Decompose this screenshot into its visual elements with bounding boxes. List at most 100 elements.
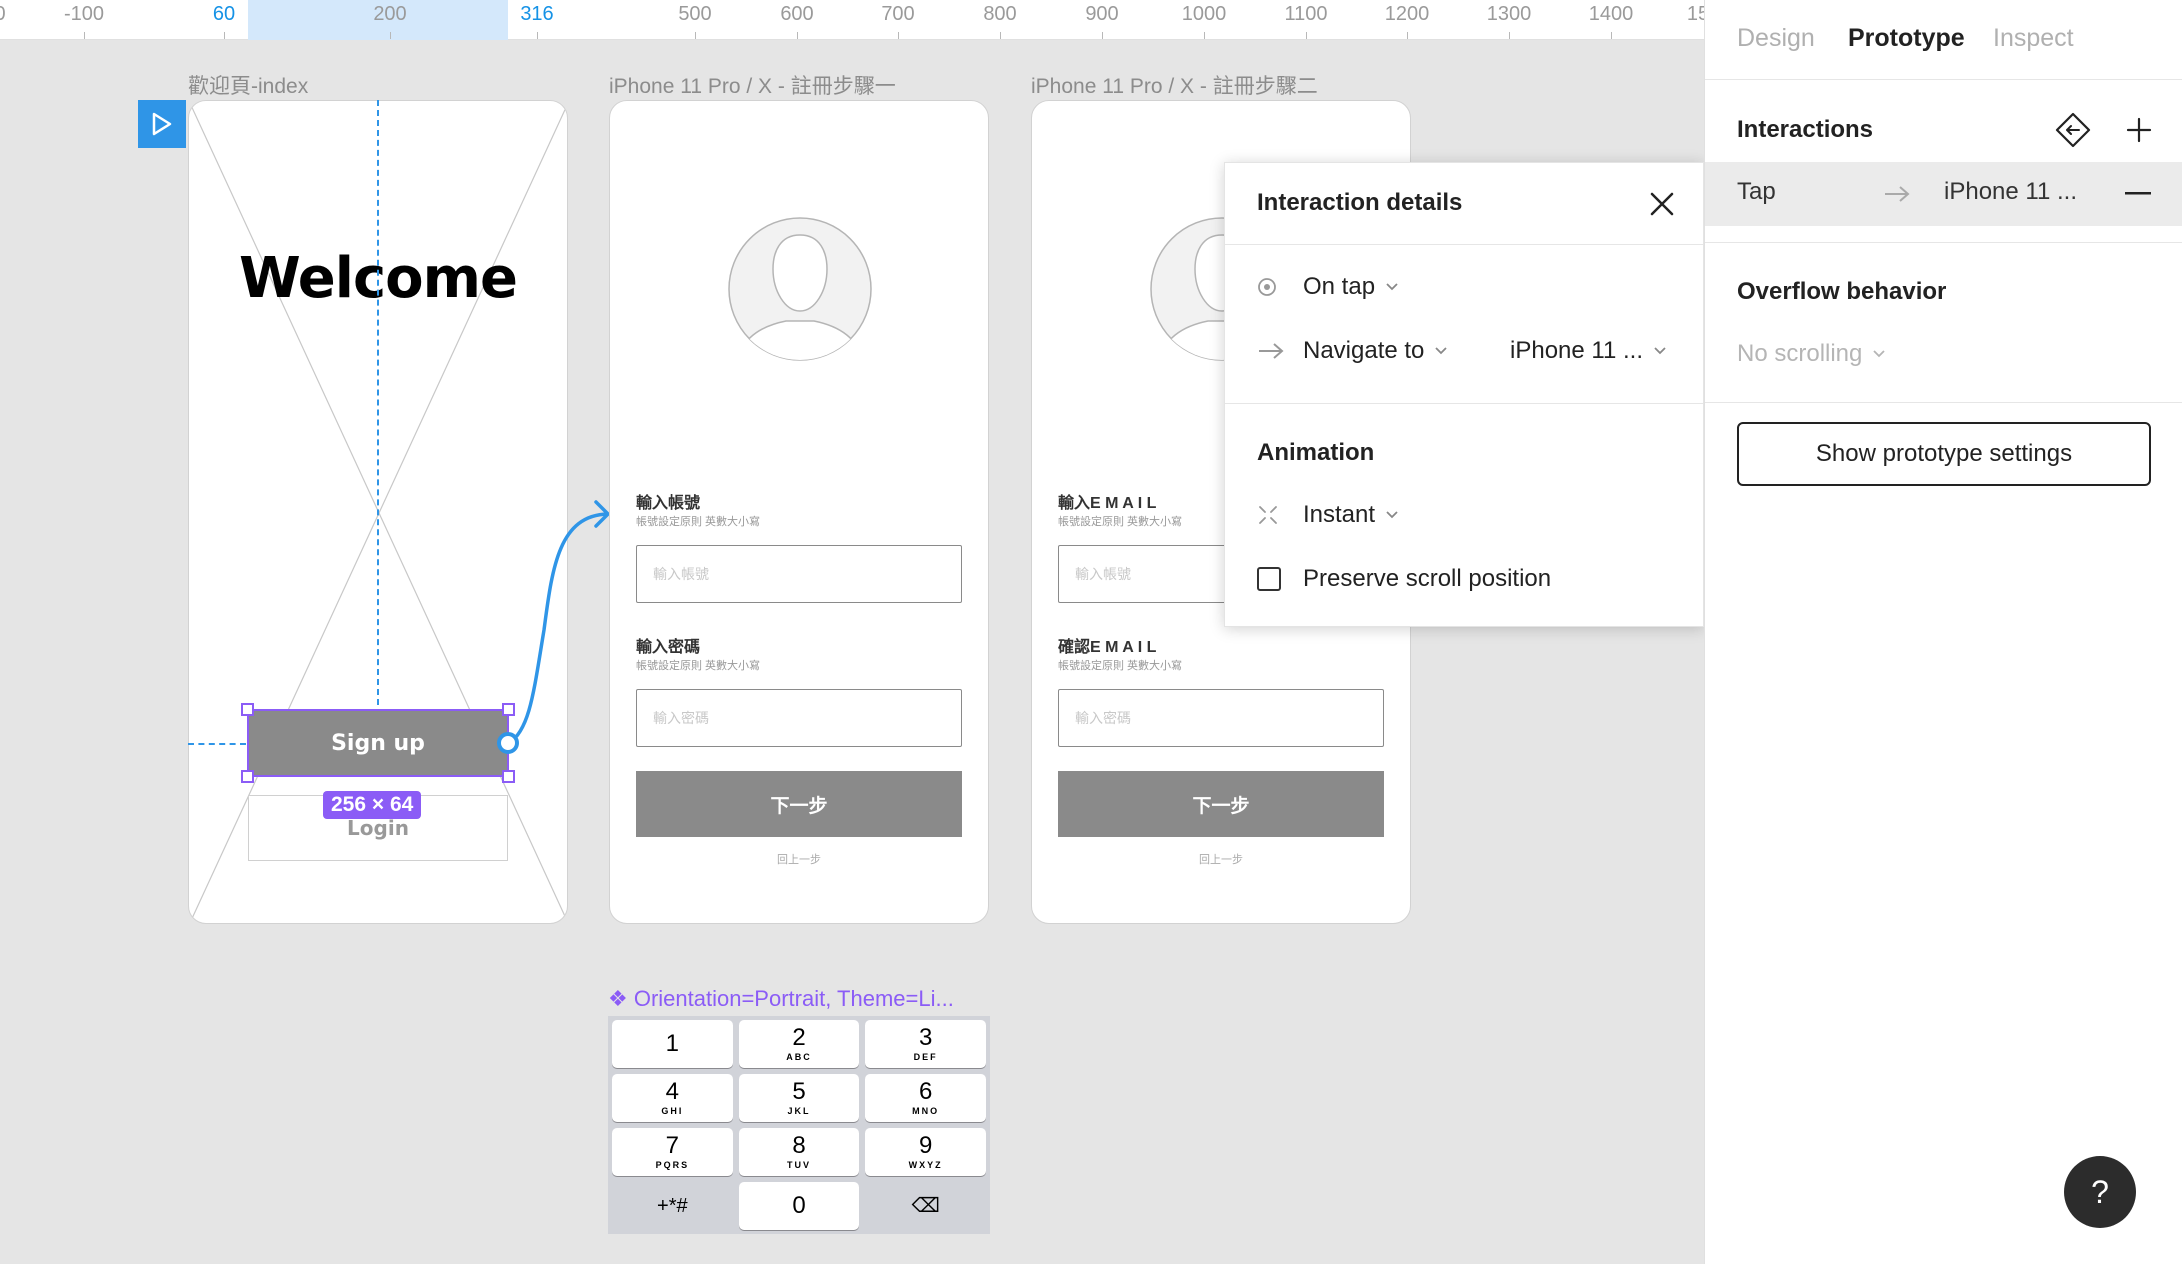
help-button[interactable]: ? [2064, 1156, 2136, 1228]
preserve-scroll-label: Preserve scroll position [1303, 565, 1552, 592]
key-0[interactable]: 0 [738, 1182, 860, 1230]
preserve-scroll-checkbox[interactable] [1257, 567, 1281, 591]
design-canvas[interactable]: 0 -100 60 200 316 500 600 700 800 900 10… [0, 0, 1704, 1264]
interaction-trigger: Tap [1737, 178, 1776, 205]
key-letters: JKL [787, 1106, 811, 1116]
animation-section-title: Animation [1257, 439, 1375, 466]
key-3[interactable]: 3 DEF [865, 1020, 986, 1068]
confirm-email-hint: 帳號設定原則 英數大小寫 [1058, 660, 1183, 672]
key-letters: DEF [913, 1052, 938, 1062]
panel-divider [1705, 242, 2182, 243]
back-link[interactable]: 回上一步 [610, 851, 988, 867]
interaction-destination: iPhone 11 ... [1944, 178, 2077, 205]
ruler-tick: 800 [983, 3, 1017, 25]
trigger-dropdown[interactable]: On tap [1257, 273, 1399, 301]
email-label: 輸入E M A I L [1058, 495, 1157, 512]
password-input[interactable]: 輸入密碼 [636, 689, 962, 747]
key-symbols[interactable]: +*# [612, 1182, 733, 1230]
flow-start-play-button[interactable] [138, 100, 186, 148]
ruler-tick-selection-end: 316 [520, 3, 554, 25]
action-value: Navigate to [1303, 337, 1425, 364]
key-1[interactable]: 1 [612, 1020, 733, 1068]
key-number: 9 [918, 1132, 933, 1159]
ruler-tick: 15 [1686, 3, 1704, 25]
keyboard-component-title[interactable]: ❖ Orientation=Portrait, Theme=Li... [608, 986, 954, 1012]
size-badge: 256 × 64 [323, 791, 422, 819]
remove-icon[interactable] [2125, 192, 2151, 196]
key-letters: PQRS [655, 1160, 690, 1170]
key-number: 2 [792, 1024, 806, 1051]
frame-step1[interactable]: 輸入帳號 帳號設定原則 英數大小寫 輸入帳號 輸入密碼 帳號設定原則 英數大小寫… [609, 100, 989, 924]
animation-dropdown[interactable]: Instant [1257, 501, 1399, 529]
email-placeholder: 輸入帳號 [1075, 566, 1131, 582]
frame-title-step1[interactable]: iPhone 11 Pro / X - 註冊步驟一 [609, 70, 896, 100]
chevron-down-icon [1653, 346, 1667, 356]
show-prototype-settings-button[interactable]: Show prototype settings [1737, 422, 2151, 486]
key-6[interactable]: 6 MNO [865, 1074, 986, 1122]
trigger-icon [1257, 277, 1289, 297]
account-placeholder: 輸入帳號 [653, 566, 709, 582]
vertical-center-guide [377, 100, 379, 705]
instant-transition-icon [1257, 504, 1289, 526]
selection-outline [247, 709, 509, 777]
panel-tabs: Design Prototype Inspect [1705, 0, 2182, 80]
numeric-keyboard[interactable]: 1 2 ABC 3 DEF 4 GHI 5 JKL 6 MNO 7 PQRS 8 TUV 9W… [608, 1016, 990, 1234]
flow-back-icon[interactable] [2055, 112, 2091, 148]
chevron-down-icon [1385, 282, 1399, 292]
ruler-tick: 1000 [1181, 3, 1227, 25]
horizontal-guide [188, 743, 246, 745]
key-number: 6 [918, 1078, 933, 1105]
backspace-key[interactable]: ⌫ [865, 1182, 986, 1230]
key-number: 3 [918, 1024, 933, 1051]
overflow-title: Overflow behavior [1737, 278, 1947, 305]
confirm-email-label: 確認E M A I L [1058, 639, 1157, 656]
panel-divider [1705, 402, 2182, 403]
ruler-tick: 200 [373, 3, 407, 25]
key-9[interactable]: 9 WXYZ [865, 1128, 986, 1176]
tab-design[interactable]: Design [1737, 24, 1815, 53]
key-7[interactable]: 7 PQRS [612, 1128, 733, 1176]
next-step-button[interactable]: 下一步 [636, 771, 962, 837]
resize-handle-bottom-left[interactable] [241, 770, 254, 783]
account-label: 輸入帳號 [636, 495, 701, 512]
confirm-email-input[interactable]: 輸入密碼 [1058, 689, 1384, 747]
key-4[interactable]: 4 GHI [612, 1074, 733, 1122]
key-number: 5 [792, 1078, 806, 1105]
avatar-placeholder-icon [728, 217, 872, 361]
connection-node-handle[interactable] [497, 732, 519, 754]
destination-dropdown[interactable]: iPhone 11 ... [1510, 337, 1667, 365]
add-icon[interactable] [2125, 116, 2153, 144]
close-icon[interactable] [1647, 189, 1677, 219]
overflow-dropdown[interactable]: No scrolling [1737, 340, 1886, 368]
prototype-connection-arrow[interactable] [500, 490, 620, 750]
key-2[interactable]: 2 ABC [738, 1020, 860, 1068]
resize-handle-top-left[interactable] [241, 703, 254, 716]
back-link[interactable]: 回上一步 [1032, 851, 1410, 867]
key-8[interactable]: 8 TUV [738, 1128, 860, 1176]
account-input[interactable]: 輸入帳號 [636, 545, 962, 603]
checkbox-wrap [1257, 567, 1289, 591]
trigger-value: On tap [1303, 273, 1376, 300]
next-step-button[interactable]: 下一步 [1058, 771, 1384, 837]
action-dropdown[interactable]: Navigate to [1257, 337, 1448, 365]
account-hint: 帳號設定原則 英數大小寫 [636, 516, 761, 528]
ruler-tick: 1300 [1486, 3, 1532, 25]
chevron-down-icon [1385, 510, 1399, 520]
frame-title-step2[interactable]: iPhone 11 Pro / X - 註冊步驟二 [1031, 70, 1318, 100]
destination-value: iPhone 11 ... [1510, 337, 1643, 364]
ruler-tick: 1400 [1588, 3, 1634, 25]
interaction-row[interactable]: Tap iPhone 11 ... [1705, 162, 2182, 226]
preserve-scroll-checkbox-row[interactable]: Preserve scroll position [1257, 565, 1551, 593]
frame-title-welcome[interactable]: 歡迎頁-index [188, 70, 308, 100]
key-letters: ABC [786, 1052, 812, 1062]
key-number: 0 [792, 1192, 806, 1219]
email-hint: 帳號設定原則 英數大小寫 [1058, 516, 1183, 528]
key-letters: GHI [661, 1106, 684, 1116]
key-5[interactable]: 5 JKL [738, 1074, 860, 1122]
key-letters: WXYZ [908, 1160, 943, 1170]
tab-prototype[interactable]: Prototype [1848, 24, 1965, 53]
chevron-down-icon [1434, 346, 1448, 356]
chevron-down-icon [1872, 349, 1886, 359]
resize-handle-bottom-right[interactable] [502, 770, 515, 783]
tab-inspect[interactable]: Inspect [1993, 24, 2074, 53]
